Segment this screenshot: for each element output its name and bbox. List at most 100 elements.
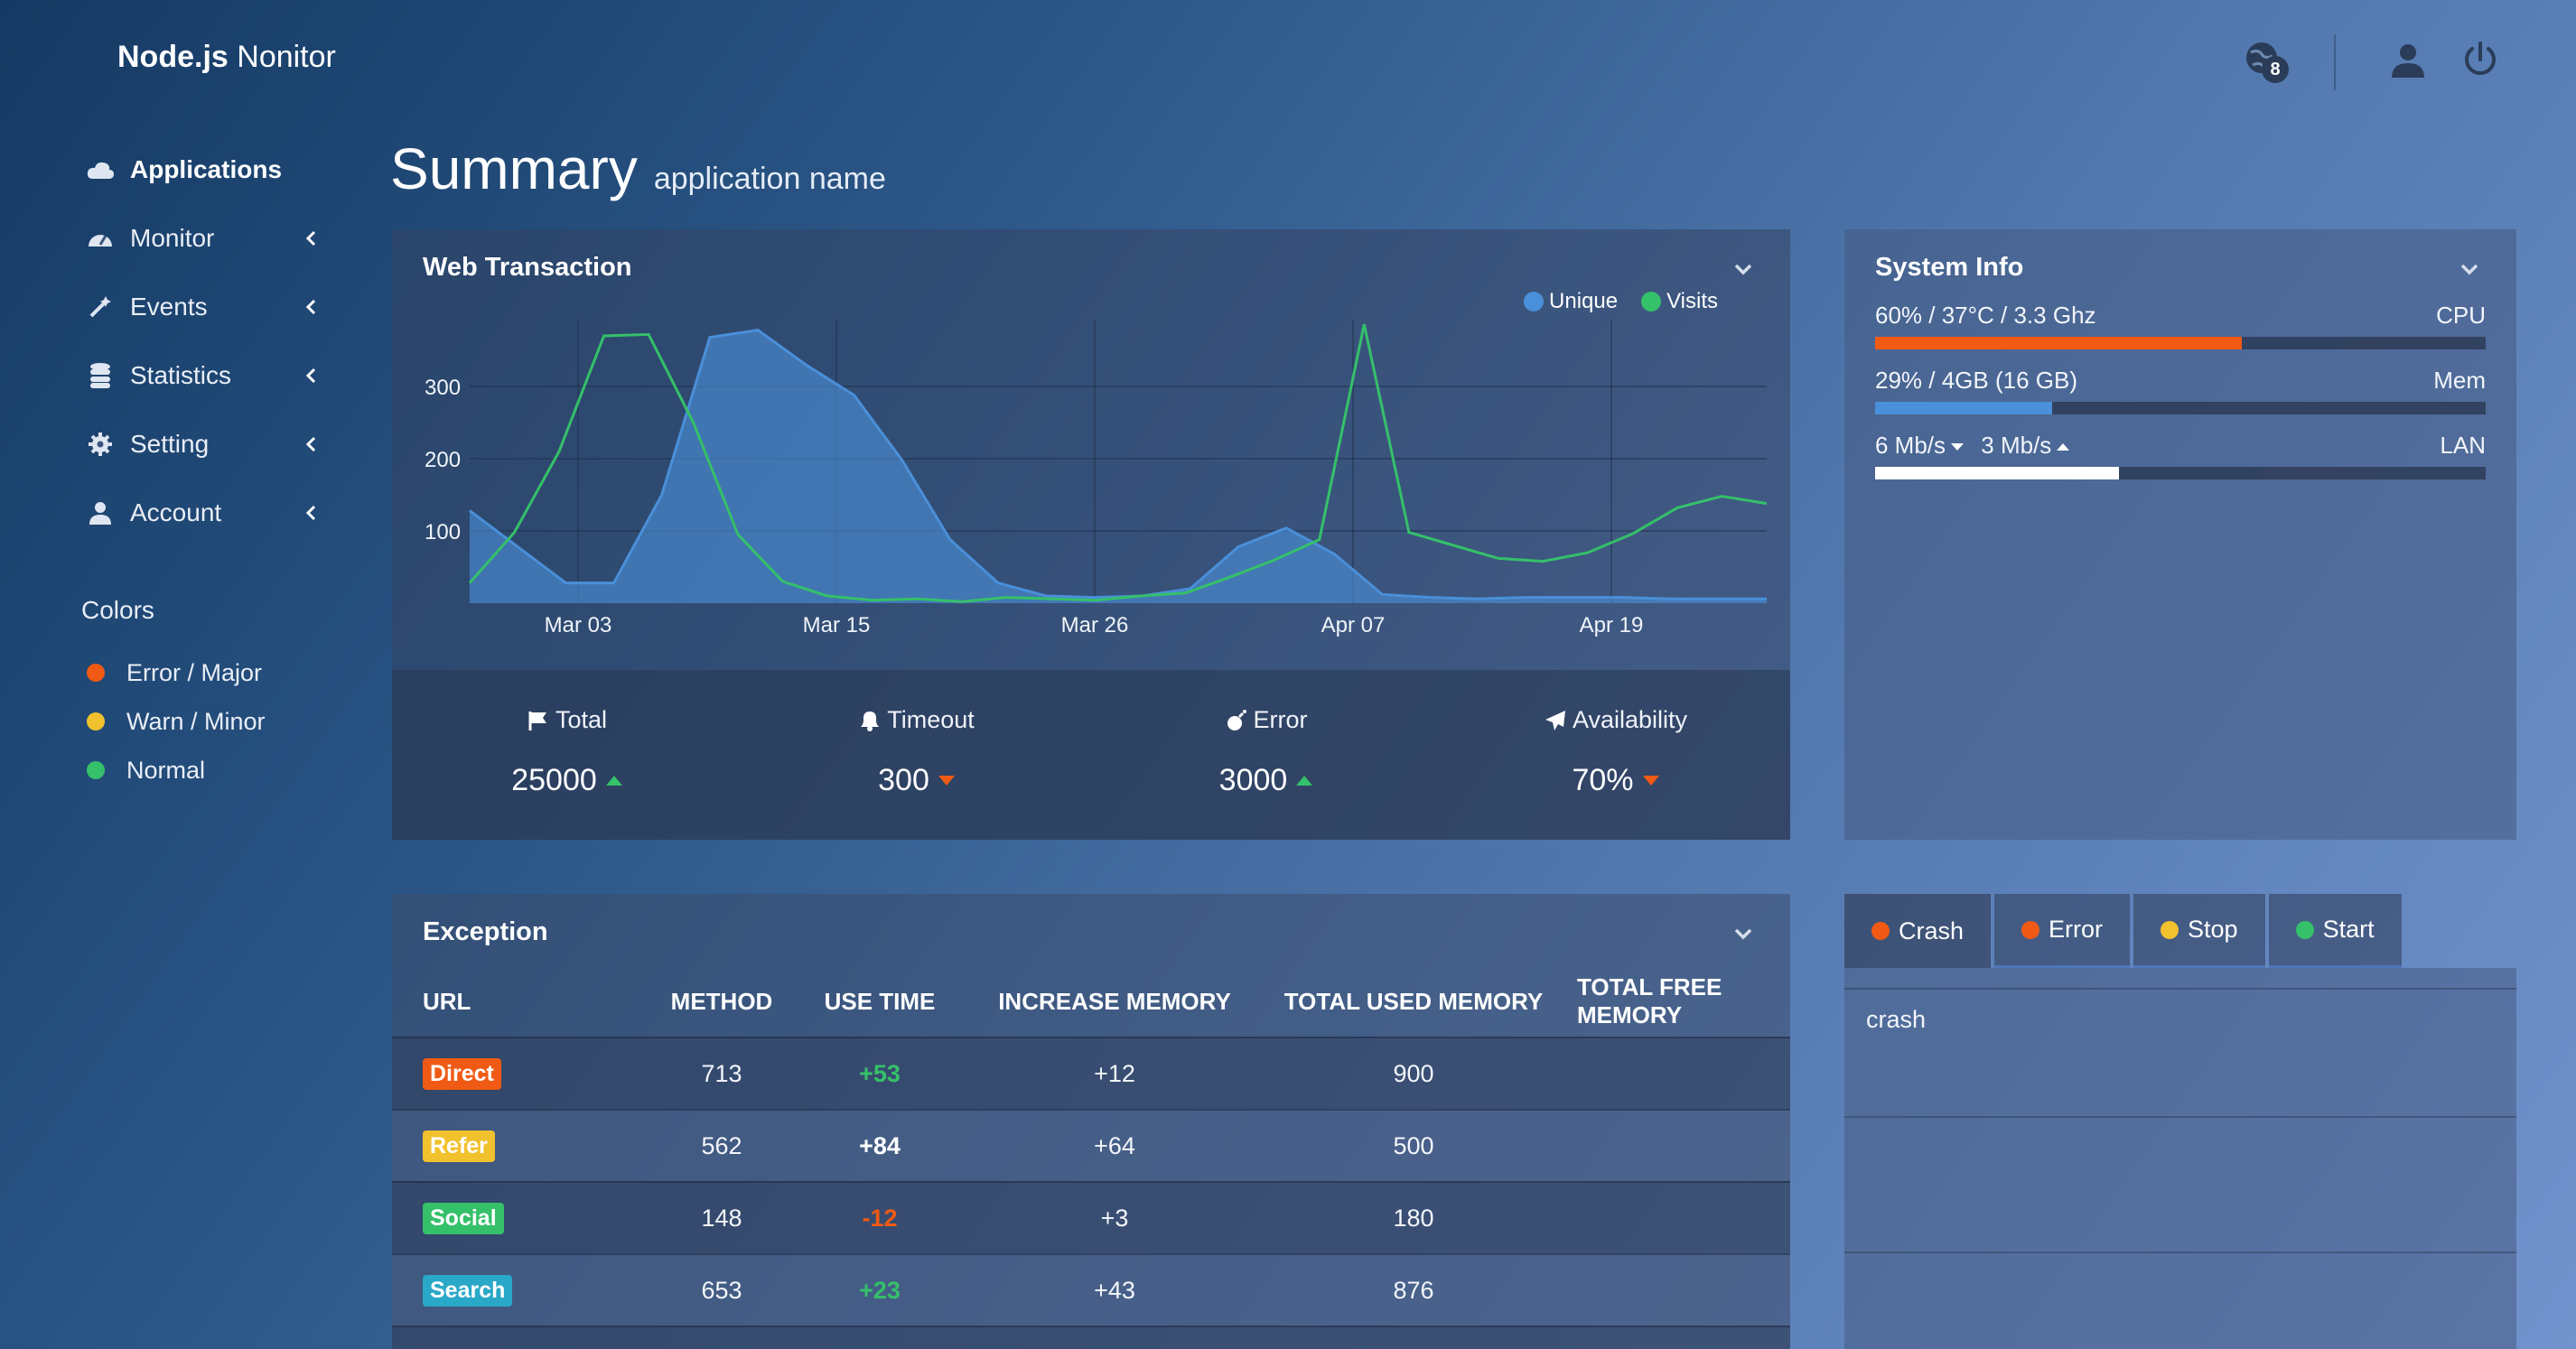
brand-rest: Nonitor (228, 40, 336, 74)
cell-total-free (1577, 1255, 1790, 1326)
user-profile-icon[interactable] (2388, 40, 2435, 87)
y-tick-label: 100 (425, 520, 461, 544)
sidebar-item-setting[interactable]: Setting (79, 410, 323, 479)
mem-label: Mem (2433, 367, 2486, 394)
mem-progress-bar (1875, 402, 2486, 414)
cpu-progress-fill (1875, 337, 2242, 349)
column-header[interactable]: USE TIME (780, 975, 979, 1028)
cloud-icon (85, 154, 116, 185)
status-dot-icon (87, 664, 105, 682)
legend-item-error: Error / Major (87, 648, 266, 697)
lan-label: LAN (2440, 432, 2486, 459)
y-tick-label: 300 (425, 376, 461, 400)
x-tick-label: Mar 03 (545, 613, 612, 637)
cell-total-used: 900 (1393, 1059, 1434, 1087)
cell-increase-memory: +43 (1094, 1276, 1135, 1304)
cell-use-time: +23 (859, 1276, 901, 1304)
x-tick-label: Apr 19 (1580, 613, 1644, 637)
sidebar-item-label: Applications (130, 155, 283, 183)
sidebar-item-applications[interactable]: Applications (79, 135, 323, 204)
table-row[interactable]: Search 653 +23 +43 876 (392, 1253, 1790, 1326)
url-tag: Refer (423, 1130, 495, 1162)
transaction-stats: Total 25000 Timeout 300 Error 3000 Avail… (392, 670, 1790, 840)
stat-label: Error (1253, 706, 1308, 733)
legend-item-normal: Normal (87, 746, 266, 795)
stat-label: Total (555, 706, 608, 733)
table-row[interactable]: Direct 713 +53 +12 900 (392, 1037, 1790, 1109)
stat-error: Error 3000 (1091, 670, 1441, 840)
cell-method: 562 (701, 1131, 742, 1159)
tab-start[interactable]: Start (2268, 894, 2402, 968)
tab-label: Crash (1899, 916, 1965, 944)
cell-total-free (1577, 1111, 1790, 1181)
url-tag: Search (423, 1274, 513, 1307)
sidebar-item-account[interactable]: Account (79, 479, 323, 547)
x-tick-label: Apr 07 (1321, 613, 1386, 637)
tab-label: Start (2322, 916, 2375, 943)
page-title: Summary (390, 136, 638, 201)
column-header[interactable]: METHOD (663, 975, 780, 1028)
legend-label: Error / Major (126, 658, 263, 686)
stat-label: Timeout (887, 706, 975, 733)
page-subtitle: application name (653, 162, 886, 196)
exception-panel: Exception URL METHOD USE TIME INCREASE M… (392, 894, 1790, 1349)
sidebar-item-statistics[interactable]: Statistics (79, 341, 323, 410)
column-header[interactable]: INCREASE MEMORY (979, 975, 1250, 1028)
dashboard-icon (85, 223, 116, 254)
chevron-down-icon[interactable] (1731, 921, 1756, 946)
lan-progress-bar (1875, 467, 2486, 479)
magic-wand-icon (85, 292, 116, 322)
web-transaction-panel: Web Transaction Unique Visits 100 200 300 M… (392, 229, 1790, 840)
stat-value: 300 (878, 763, 929, 797)
events-tabs: Crash Error Stop Start (1844, 894, 2405, 968)
cpu-value: 60% / 37°C / 3.3 Ghz (1875, 302, 2096, 329)
cpu-label: CPU (2436, 302, 2486, 329)
status-dot-icon (2021, 920, 2040, 939)
table-header: URL METHOD USE TIME INCREASE MEMORY TOTA… (392, 973, 1790, 1028)
mem-value: 29% / 4GB (16 GB) (1875, 367, 2077, 394)
cell-method: 148 (701, 1204, 742, 1232)
tab-content: crash (1844, 968, 2516, 1349)
tab-error[interactable]: Error (1994, 894, 2131, 968)
chevron-left-icon (305, 299, 316, 315)
paper-plane-icon (1545, 710, 1565, 730)
trend-up-icon (605, 776, 622, 786)
trend-down-icon (1642, 776, 1659, 786)
power-icon[interactable] (2460, 40, 2507, 87)
status-dot-icon (87, 761, 105, 779)
tab-crash[interactable]: Crash (1844, 894, 1992, 968)
gear-icon (85, 429, 116, 460)
url-tag: Social (423, 1202, 504, 1234)
table-row[interactable]: Social 148 -12 +3 180 (392, 1181, 1790, 1253)
cpu-metric: 60% / 37°C / 3.3 Ghz CPU (1875, 302, 2486, 349)
column-header[interactable]: URL (392, 975, 663, 1028)
sidebar-item-label: Setting (130, 430, 210, 458)
status-dot-icon (2161, 920, 2179, 939)
tab-label: Error (2049, 916, 2104, 943)
chevron-left-icon (305, 436, 316, 452)
tab-stop[interactable]: Stop (2133, 894, 2265, 968)
x-tick-label: Mar 15 (803, 613, 871, 637)
sidebar-item-monitor[interactable]: Monitor (79, 204, 323, 273)
app-root: Node.js Nonitor 8 Applications Monitor E… (0, 0, 2576, 1349)
series-area-unique (470, 330, 1767, 603)
sidebar-item-events[interactable]: Events (79, 273, 323, 341)
cell-total-used: 180 (1393, 1204, 1434, 1232)
lan-down-value: 6 Mb/s (1875, 432, 1946, 459)
panel-title: Exception (423, 917, 548, 946)
y-tick-label: 200 (425, 448, 461, 472)
cell-increase-memory: +12 (1094, 1059, 1135, 1087)
chevron-left-icon (305, 505, 316, 521)
stat-total: Total 25000 (392, 670, 742, 840)
cell-method: 653 (701, 1276, 742, 1304)
column-header[interactable]: TOTAL USED MEMORY (1250, 975, 1577, 1028)
column-header[interactable]: TOTAL FREE MEMORY (1577, 973, 1790, 1028)
divider (1844, 1251, 2516, 1253)
cell-total-free (1577, 1183, 1790, 1253)
cell-total-used: 500 (1393, 1131, 1434, 1159)
brand-bold: Node.js (117, 40, 229, 74)
table-row[interactable]: Refer 562 +84 +64 500 (392, 1109, 1790, 1181)
brand-logo[interactable]: Node.js Nonitor (117, 40, 336, 75)
chevron-down-icon[interactable] (2457, 256, 2482, 282)
tab-label: Stop (2188, 916, 2238, 943)
